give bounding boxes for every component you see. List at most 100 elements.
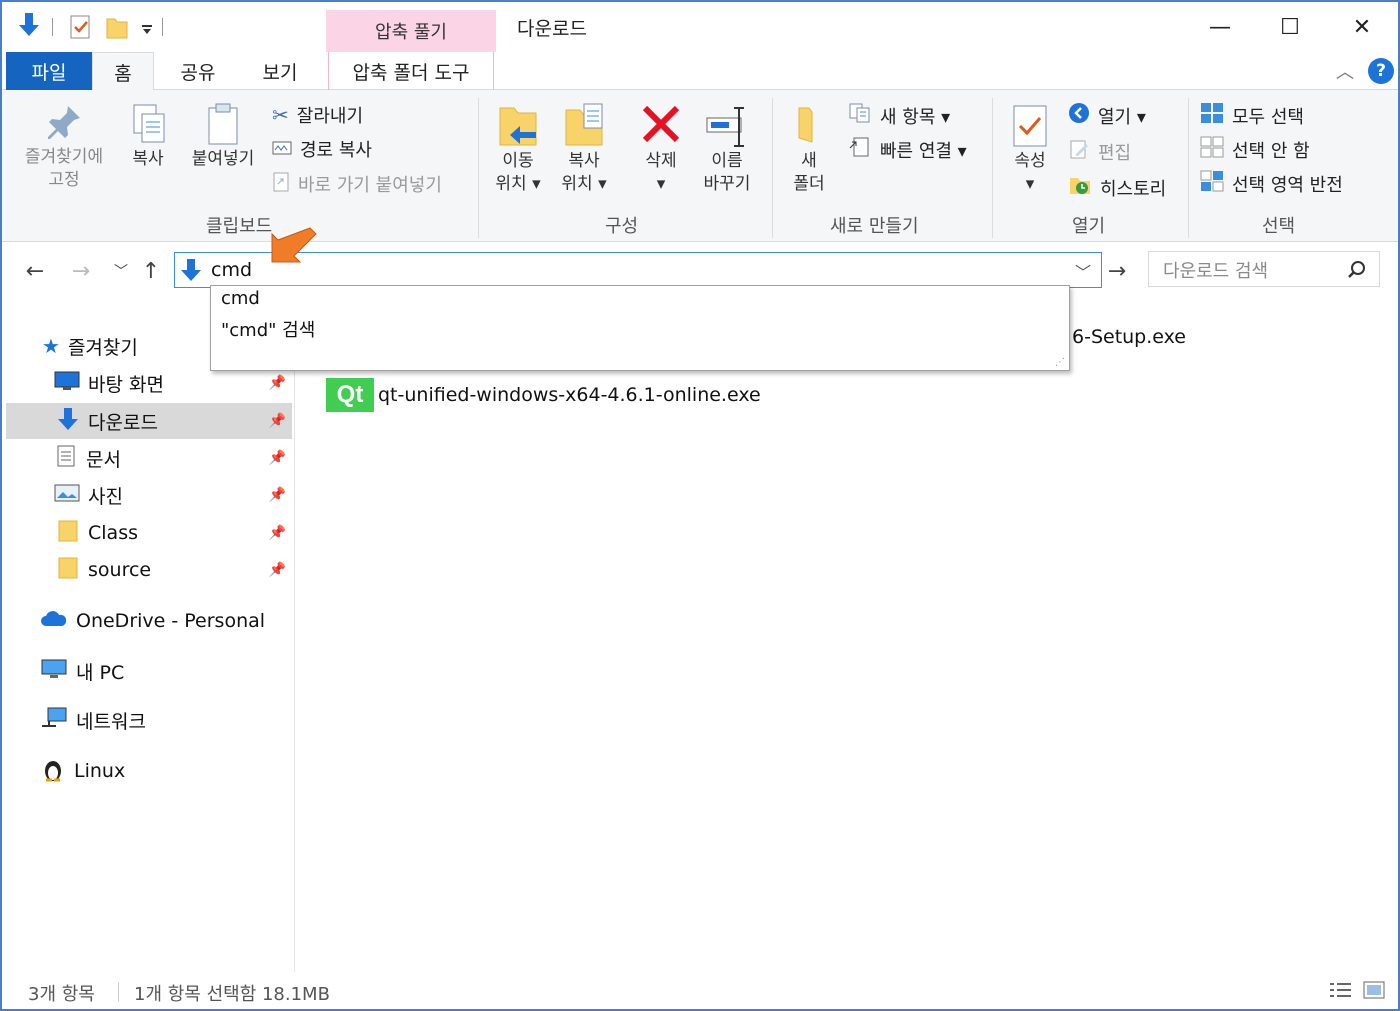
collapse-ribbon-icon[interactable]: ︿ — [1336, 58, 1354, 84]
sidebar-item-pictures[interactable]: 사진 📌 — [6, 477, 292, 513]
easy-access-icon — [848, 136, 872, 163]
group-label-new: 새로 만들기 — [830, 216, 919, 237]
cut-button[interactable]: ✂ 잘라내기 — [272, 102, 363, 128]
ribbon-separator — [1188, 98, 1189, 238]
forward-button[interactable]: → — [66, 256, 96, 286]
large-icons-view-icon[interactable] — [1362, 980, 1386, 1005]
tab-home[interactable]: 홈 — [92, 52, 154, 91]
sidebar-item-class[interactable]: Class 📌 — [6, 515, 292, 551]
sidebar-item-label: 즐겨찾기 — [67, 336, 138, 359]
ribbon-tab-bar: 파일 홈 공유 보기 압축 폴더 도구 ︿ ? — [2, 52, 1398, 91]
sidebar-item-source[interactable]: source 📌 — [6, 552, 292, 588]
address-input[interactable]: cmd — [211, 259, 252, 281]
folder-icon — [58, 519, 78, 548]
file-item-setup[interactable]: 6-Setup.exe — [1072, 326, 1186, 348]
ribbon: 즐겨찾기에 고정 복사 붙여넣기 ✂ 잘라내기 경로 복사 바로 가기 붙여넣기… — [2, 90, 1398, 242]
sidebar-item-network[interactable]: 네트워크 — [40, 702, 290, 738]
address-dropdown-icon[interactable]: ﹀ — [1075, 259, 1091, 283]
maximize-button[interactable]: ☐ — [1270, 10, 1310, 44]
ribbon-separator — [772, 98, 773, 238]
invert-selection-icon — [1200, 170, 1224, 197]
details-view-icon[interactable] — [1328, 980, 1354, 1005]
copy-to-line1: 복사 — [568, 151, 600, 171]
sidebar-item-label: 문서 — [86, 448, 121, 471]
invert-selection-button[interactable]: 선택 영역 반전 — [1200, 170, 1343, 197]
sidebar-item-label: 바탕 화면 — [88, 373, 164, 396]
qt-logo-icon: Qt — [326, 378, 374, 412]
tab-compressed-folder-tools[interactable]: 압축 폴더 도구 — [328, 52, 494, 90]
window-title: 다운로드 — [517, 18, 587, 40]
paste-label: 붙여넣기 — [191, 149, 255, 169]
pinned-icon: 📌 — [268, 525, 286, 541]
pinned-icon: 📌 — [268, 562, 286, 578]
copy-icon — [133, 104, 165, 143]
properties-check-icon[interactable] — [68, 14, 94, 40]
new-folder-button[interactable]: 새 폴더 — [782, 102, 836, 196]
move-to-button[interactable]: 이동 위치 ▾ — [488, 102, 548, 196]
sidebar-item-label: Class — [88, 522, 138, 544]
qat-customize-icon[interactable] — [134, 16, 160, 42]
back-button[interactable]: ← — [20, 256, 50, 286]
copy-path-button[interactable]: 경로 복사 — [272, 136, 372, 162]
help-icon[interactable]: ? — [1368, 58, 1394, 84]
search-icon[interactable] — [1347, 260, 1367, 285]
easy-access-button[interactable]: 빠른 연결 ▾ — [848, 136, 967, 163]
navigation-pane: ★ 즐겨찾기 바탕 화면 📌 다운로드 📌 문서 📌 사진 📌 Class 📌 — [2, 292, 295, 972]
copy-to-icon — [565, 103, 603, 146]
ribbon-separator — [992, 98, 993, 238]
search-placeholder: 다운로드 검색 — [1163, 261, 1269, 282]
picture-icon — [54, 483, 80, 508]
qat-divider — [52, 18, 53, 36]
edit-button[interactable]: 편집 — [1068, 138, 1131, 165]
open-button[interactable]: 열기 ▾ — [1068, 102, 1146, 129]
pin-to-quick-access-button[interactable]: 즐겨찾기에 고정 — [14, 102, 114, 192]
select-all-label: 모두 선택 — [1232, 106, 1304, 128]
tab-file[interactable]: 파일 — [6, 52, 92, 90]
download-arrow-icon[interactable] — [16, 12, 42, 38]
history-button[interactable]: 히스토리 — [1068, 174, 1166, 201]
select-all-button[interactable]: 모두 선택 — [1200, 102, 1304, 129]
paste-shortcut-icon — [272, 170, 290, 197]
paste-icon — [208, 103, 238, 145]
paste-button[interactable]: 붙여넣기 — [182, 102, 264, 171]
recent-locations-button[interactable]: ﹀ — [106, 256, 136, 286]
select-none-button[interactable]: 선택 안 함 — [1200, 136, 1310, 163]
pin-icon — [48, 106, 80, 139]
scissors-icon: ✂ — [272, 103, 289, 127]
paste-shortcut-button[interactable]: 바로 가기 붙여넣기 — [272, 170, 442, 197]
pin-label-line1: 즐겨찾기에 — [24, 147, 104, 167]
autocomplete-search-item[interactable]: "cmd" 검색 — [221, 316, 315, 342]
sidebar-item-linux[interactable]: Linux — [40, 753, 290, 789]
rename-button[interactable]: 이름 바꾸기 — [696, 102, 758, 196]
file-item-qt-installer[interactable]: Qt qt-unified-windows-x64-4.6.1-online.e… — [326, 378, 761, 412]
minimize-button[interactable]: — — [1200, 10, 1240, 44]
title-bar: 압축 풀기 다운로드 — ☐ ✕ — [2, 2, 1398, 52]
context-tab-header: 압축 풀기 — [326, 10, 496, 52]
up-button[interactable]: ↑ — [136, 256, 166, 286]
sidebar-item-documents[interactable]: 문서 📌 — [6, 440, 292, 476]
new-folder-icon[interactable] — [104, 14, 130, 40]
file-name: qt-unified-windows-x64-4.6.1-online.exe — [378, 384, 761, 406]
delete-button[interactable]: 삭제 ▾ — [634, 102, 688, 196]
sidebar-item-onedrive[interactable]: OneDrive - Personal — [40, 603, 290, 639]
autocomplete-item[interactable]: cmd — [221, 288, 260, 309]
sidebar-item-downloads[interactable]: 다운로드 📌 — [6, 403, 292, 439]
copy-button[interactable]: 복사 — [120, 102, 176, 171]
move-to-line1: 이동 — [502, 151, 534, 171]
document-icon — [56, 444, 76, 473]
tab-share[interactable]: 공유 — [162, 52, 234, 90]
selection-info: 1개 항목 선택함 18.1MB — [134, 984, 330, 1005]
properties-button[interactable]: 속성 ▾ — [1004, 102, 1056, 196]
close-button[interactable]: ✕ — [1342, 10, 1382, 44]
sidebar-item-this-pc[interactable]: 내 PC — [40, 653, 290, 689]
rename-line1: 이름 — [711, 151, 743, 171]
properties-line1: 속성 — [1014, 151, 1046, 171]
search-box[interactable]: 다운로드 검색 — [1148, 251, 1380, 287]
copy-to-button[interactable]: 복사 위치 ▾ — [554, 102, 614, 196]
sidebar-item-label: 다운로드 — [88, 411, 158, 434]
tab-view[interactable]: 보기 — [244, 52, 316, 90]
new-item-button[interactable]: 새 항목 ▾ — [848, 102, 950, 129]
resize-grip-icon[interactable]: ⋰ — [1055, 357, 1065, 368]
go-arrow-button[interactable]: → — [1102, 256, 1132, 286]
sidebar-item-label: 내 PC — [76, 661, 125, 684]
